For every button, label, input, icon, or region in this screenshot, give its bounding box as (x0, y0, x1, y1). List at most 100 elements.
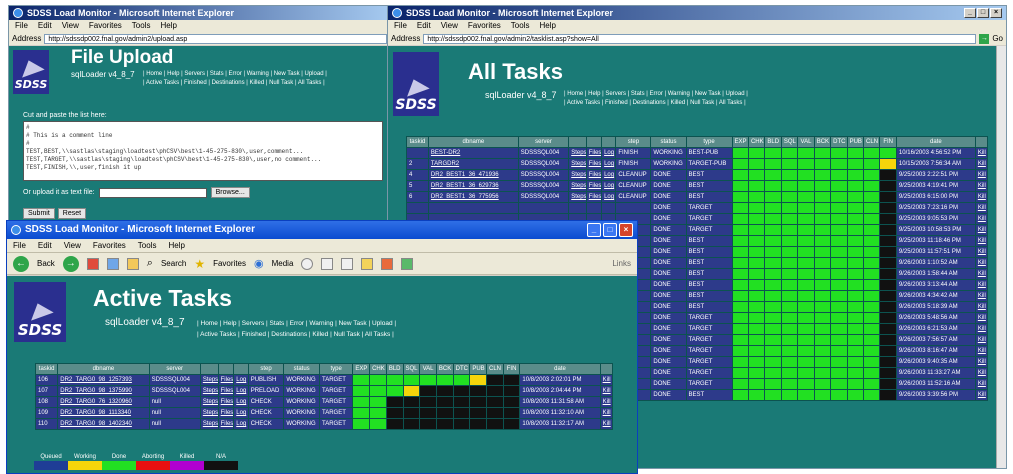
log-link[interactable]: Log (233, 418, 249, 430)
kill-link[interactable]: Kill (599, 418, 614, 430)
files-link[interactable]: Files (585, 158, 603, 170)
kill-link[interactable]: Kill (974, 323, 989, 335)
menu-tools[interactable]: Tools (138, 239, 157, 252)
links-label[interactable]: Links (612, 259, 631, 268)
dbname-link[interactable]: BEST-DR2 (427, 147, 519, 159)
refresh-icon[interactable] (106, 257, 119, 270)
menu-file[interactable]: File (13, 239, 26, 252)
menu-view[interactable]: View (62, 20, 79, 32)
dbname-link[interactable]: DR2_BEST1_36_471936 (427, 169, 519, 181)
print-icon[interactable] (341, 257, 354, 270)
log-link[interactable]: Log (601, 180, 617, 192)
dbname-link[interactable] (427, 202, 519, 214)
files-link[interactable] (585, 202, 603, 214)
files-link[interactable]: Files (217, 396, 235, 408)
reset-button[interactable]: Reset (57, 208, 87, 219)
menu-help[interactable]: Help (539, 20, 555, 32)
kill-link[interactable]: Kill (974, 367, 989, 379)
go-button[interactable]: Go (992, 34, 1003, 43)
steps-link[interactable]: Steps (199, 407, 219, 419)
kill-link[interactable]: Kill (974, 147, 989, 159)
submit-button[interactable]: Submit (23, 208, 55, 219)
log-link[interactable]: Log (601, 169, 617, 181)
kill-link[interactable]: Kill (974, 356, 989, 368)
log-link[interactable] (601, 202, 617, 214)
files-link[interactable]: Files (217, 407, 235, 419)
menu-file[interactable]: File (15, 20, 28, 32)
menu-tools[interactable]: Tools (132, 20, 151, 32)
maximize-button[interactable]: □ (603, 223, 617, 237)
upload-file-input[interactable] (98, 187, 207, 198)
kill-link[interactable]: Kill (974, 290, 989, 302)
favorites-button[interactable]: Favorites (213, 259, 246, 268)
go-arrow-icon[interactable]: → (979, 33, 990, 44)
messenger-icon[interactable] (381, 257, 394, 270)
log-link[interactable]: Log (601, 158, 617, 170)
steps-link[interactable]: Steps (199, 385, 219, 397)
media-icon[interactable]: ◉ (254, 257, 264, 270)
steps-link[interactable] (568, 202, 587, 214)
menu-tools[interactable]: Tools (511, 20, 530, 32)
kill-link[interactable]: Kill (974, 169, 989, 181)
minimize-button[interactable]: _ (964, 8, 976, 18)
kill-link[interactable]: Kill (974, 312, 989, 324)
all-tasks-title-bar[interactable]: SDSS Load Monitor - Microsoft Internet E… (388, 6, 1006, 20)
nav-links-row1[interactable]: | Home | Help | Servers | Stats | Error … (143, 70, 327, 79)
log-link[interactable]: Log (233, 374, 249, 386)
nav-links-row2[interactable]: | Active Tasks | Finished | Destinations… (143, 79, 327, 88)
media-button[interactable]: Media (272, 259, 294, 268)
dbname-link[interactable]: DR2_BEST1_36_629736 (427, 180, 519, 192)
kill-link[interactable]: Kill (974, 191, 989, 203)
kill-link[interactable]: Kill (974, 389, 989, 401)
dbname-link[interactable]: DR2_BEST1_36_775956 (427, 191, 519, 203)
search-icon[interactable]: ⌕ (147, 257, 153, 270)
kill-link[interactable]: Kill (974, 158, 989, 170)
steps-link[interactable]: Steps (568, 158, 587, 170)
stop-icon[interactable] (86, 257, 99, 270)
vertical-scrollbar[interactable] (996, 46, 1006, 468)
close-button[interactable]: × (619, 223, 633, 237)
kill-link[interactable]: Kill (974, 224, 989, 236)
kill-link[interactable]: Kill (974, 257, 989, 269)
history-icon[interactable] (301, 257, 314, 270)
files-link[interactable]: Files (217, 418, 235, 430)
nav-links-row1[interactable]: | Home | Help | Servers | Stats | Error … (564, 90, 748, 99)
steps-link[interactable]: Steps (568, 169, 587, 181)
menu-view[interactable]: View (64, 239, 81, 252)
menu-view[interactable]: View (441, 20, 458, 32)
files-link[interactable]: Files (585, 147, 603, 159)
kill-link[interactable]: Kill (599, 374, 614, 386)
close-button[interactable]: × (990, 8, 1002, 18)
menu-edit[interactable]: Edit (417, 20, 431, 32)
kill-link[interactable]: Kill (974, 279, 989, 291)
favorites-star-icon[interactable]: ★ (194, 257, 205, 271)
steps-link[interactable]: Steps (568, 147, 587, 159)
nav-links-row2[interactable]: | Active Tasks | Finished | Destinations… (197, 329, 396, 340)
search-button[interactable]: Search (161, 259, 186, 268)
forward-arrow-icon[interactable]: → (62, 255, 79, 272)
back-arrow-icon[interactable]: ← (13, 255, 29, 272)
steps-link[interactable]: Steps (199, 396, 219, 408)
files-link[interactable]: Files (217, 374, 235, 386)
dbname-link[interactable]: DR2_TARG0_76_1320960 (57, 396, 150, 408)
nav-links-row2[interactable]: | Active Tasks | Finished | Destinations… (564, 99, 748, 108)
kill-link[interactable]: Kill (974, 180, 989, 192)
menu-edit[interactable]: Edit (38, 20, 52, 32)
menu-favorites[interactable]: Favorites (89, 20, 122, 32)
kill-link[interactable]: Kill (974, 235, 989, 247)
kill-link[interactable]: Kill (974, 246, 989, 258)
back-button[interactable]: Back (37, 259, 55, 268)
address-input[interactable]: http://sdssdp002.fnal.gov/admin2/tasklis… (423, 33, 977, 44)
browse-button[interactable]: Browse... (210, 187, 250, 198)
kill-link[interactable]: Kill (599, 396, 614, 408)
active-tasks-title-bar[interactable]: SDSS Load Monitor - Microsoft Internet E… (7, 221, 637, 239)
kill-link[interactable]: Kill (974, 202, 989, 214)
files-link[interactable]: Files (585, 180, 603, 192)
address-input[interactable]: http://sdssdp002.fnal.gov/admin2/upload.… (44, 33, 387, 44)
log-link[interactable]: Log (233, 396, 249, 408)
steps-link[interactable]: Steps (199, 374, 219, 386)
kill-link[interactable]: Kill (974, 268, 989, 280)
discuss-icon[interactable] (401, 257, 414, 270)
steps-link[interactable]: Steps (568, 180, 587, 192)
dbname-link[interactable]: DR2_TARG0_98_1257393 (57, 374, 150, 386)
